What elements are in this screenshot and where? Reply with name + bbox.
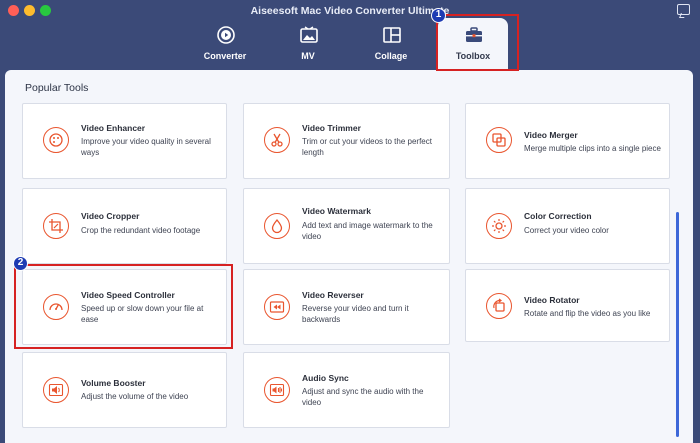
toolbox-panel: Popular Tools Video Enhancer Improve you… bbox=[5, 70, 693, 443]
step-marker-2: 2 bbox=[13, 256, 28, 271]
tab-mv-label: MV bbox=[301, 51, 315, 61]
merge-icon bbox=[486, 127, 512, 153]
tool-title: Video Enhancer bbox=[81, 123, 146, 133]
tab-mv[interactable]: MV bbox=[273, 18, 343, 68]
tool-description: Adjust and sync the audio with the video bbox=[302, 387, 424, 407]
tool-description: Improve your video quality in several wa… bbox=[81, 137, 211, 157]
tool-title: Video Merger bbox=[524, 130, 578, 140]
tool-card-video-watermark[interactable]: Video Watermark Add text and image water… bbox=[243, 188, 450, 264]
section-title: Popular Tools bbox=[25, 82, 89, 94]
tool-description: Reverse your video and turn it backwards bbox=[302, 304, 409, 324]
tool-card-volume-booster[interactable]: Volume Booster Adjust the volume of the … bbox=[22, 352, 227, 428]
highlight-speed-controller-card bbox=[14, 264, 233, 349]
tool-card-video-cropper[interactable]: Video Cropper Crop the redundant video f… bbox=[22, 188, 227, 264]
tool-card-audio-sync[interactable]: Audio Sync Adjust and sync the audio wit… bbox=[243, 352, 450, 428]
tool-card-color-correction[interactable]: Color Correction Correct your video colo… bbox=[465, 188, 670, 264]
tool-title: Audio Sync bbox=[302, 373, 349, 383]
tool-description: Crop the redundant video footage bbox=[81, 226, 201, 235]
title-bar: Aiseesoft Mac Video Converter Ultimate bbox=[0, 0, 700, 22]
tool-title: Video Cropper bbox=[81, 211, 140, 221]
tool-title: Video Trimmer bbox=[302, 123, 361, 133]
tool-card-video-rotator[interactable]: Video Rotator Rotate and flip the video … bbox=[465, 269, 670, 342]
tool-title: Color Correction bbox=[524, 211, 592, 221]
scissors-icon bbox=[264, 127, 290, 153]
tool-description: Adjust the volume of the video bbox=[81, 392, 189, 401]
tool-title: Video Reverser bbox=[302, 290, 364, 300]
tool-title: Video Rotator bbox=[524, 295, 580, 305]
collage-icon bbox=[383, 27, 401, 43]
tool-title: Volume Booster bbox=[81, 378, 146, 388]
tab-collage-label: Collage bbox=[374, 51, 408, 61]
tool-card-video-enhancer[interactable]: Video Enhancer Improve your video qualit… bbox=[22, 103, 227, 179]
tool-title: Video Watermark bbox=[302, 206, 371, 216]
rotate-icon bbox=[486, 293, 512, 319]
tool-card-video-reverser[interactable]: Video Reverser Reverse your video and tu… bbox=[243, 269, 450, 345]
mv-icon bbox=[300, 26, 318, 43]
tab-converter[interactable]: Converter bbox=[190, 18, 260, 68]
volume-icon bbox=[43, 377, 69, 403]
audio-sync-icon bbox=[264, 377, 290, 403]
tab-converter-label: Converter bbox=[203, 51, 247, 61]
palette-icon bbox=[43, 127, 69, 153]
vertical-scrollbar[interactable] bbox=[676, 212, 679, 437]
rewind-icon bbox=[264, 294, 290, 320]
tool-card-video-merger[interactable]: Video Merger Merge multiple clips into a… bbox=[465, 103, 670, 179]
tool-description: Trim or cut your videos to the perfect l… bbox=[302, 137, 432, 157]
tool-description: Rotate and flip the video as you like bbox=[524, 309, 651, 318]
droplet-icon bbox=[264, 213, 290, 239]
feedback-chat-icon[interactable] bbox=[677, 4, 690, 15]
tool-description: Merge multiple clips into a single piece bbox=[524, 144, 661, 153]
tool-description: Add text and image watermark to the vide… bbox=[302, 221, 433, 241]
step-marker-1: 1 bbox=[431, 8, 446, 23]
window-title: Aiseesoft Mac Video Converter Ultimate bbox=[250, 5, 450, 17]
sun-icon bbox=[486, 213, 512, 239]
converter-icon bbox=[217, 26, 235, 44]
tool-description: Correct your video color bbox=[524, 226, 609, 235]
crop-icon bbox=[43, 213, 69, 239]
tab-collage[interactable]: Collage bbox=[356, 18, 426, 68]
tool-card-video-trimmer[interactable]: Video Trimmer Trim or cut your videos to… bbox=[243, 103, 450, 179]
highlight-toolbox-tab bbox=[436, 14, 519, 71]
